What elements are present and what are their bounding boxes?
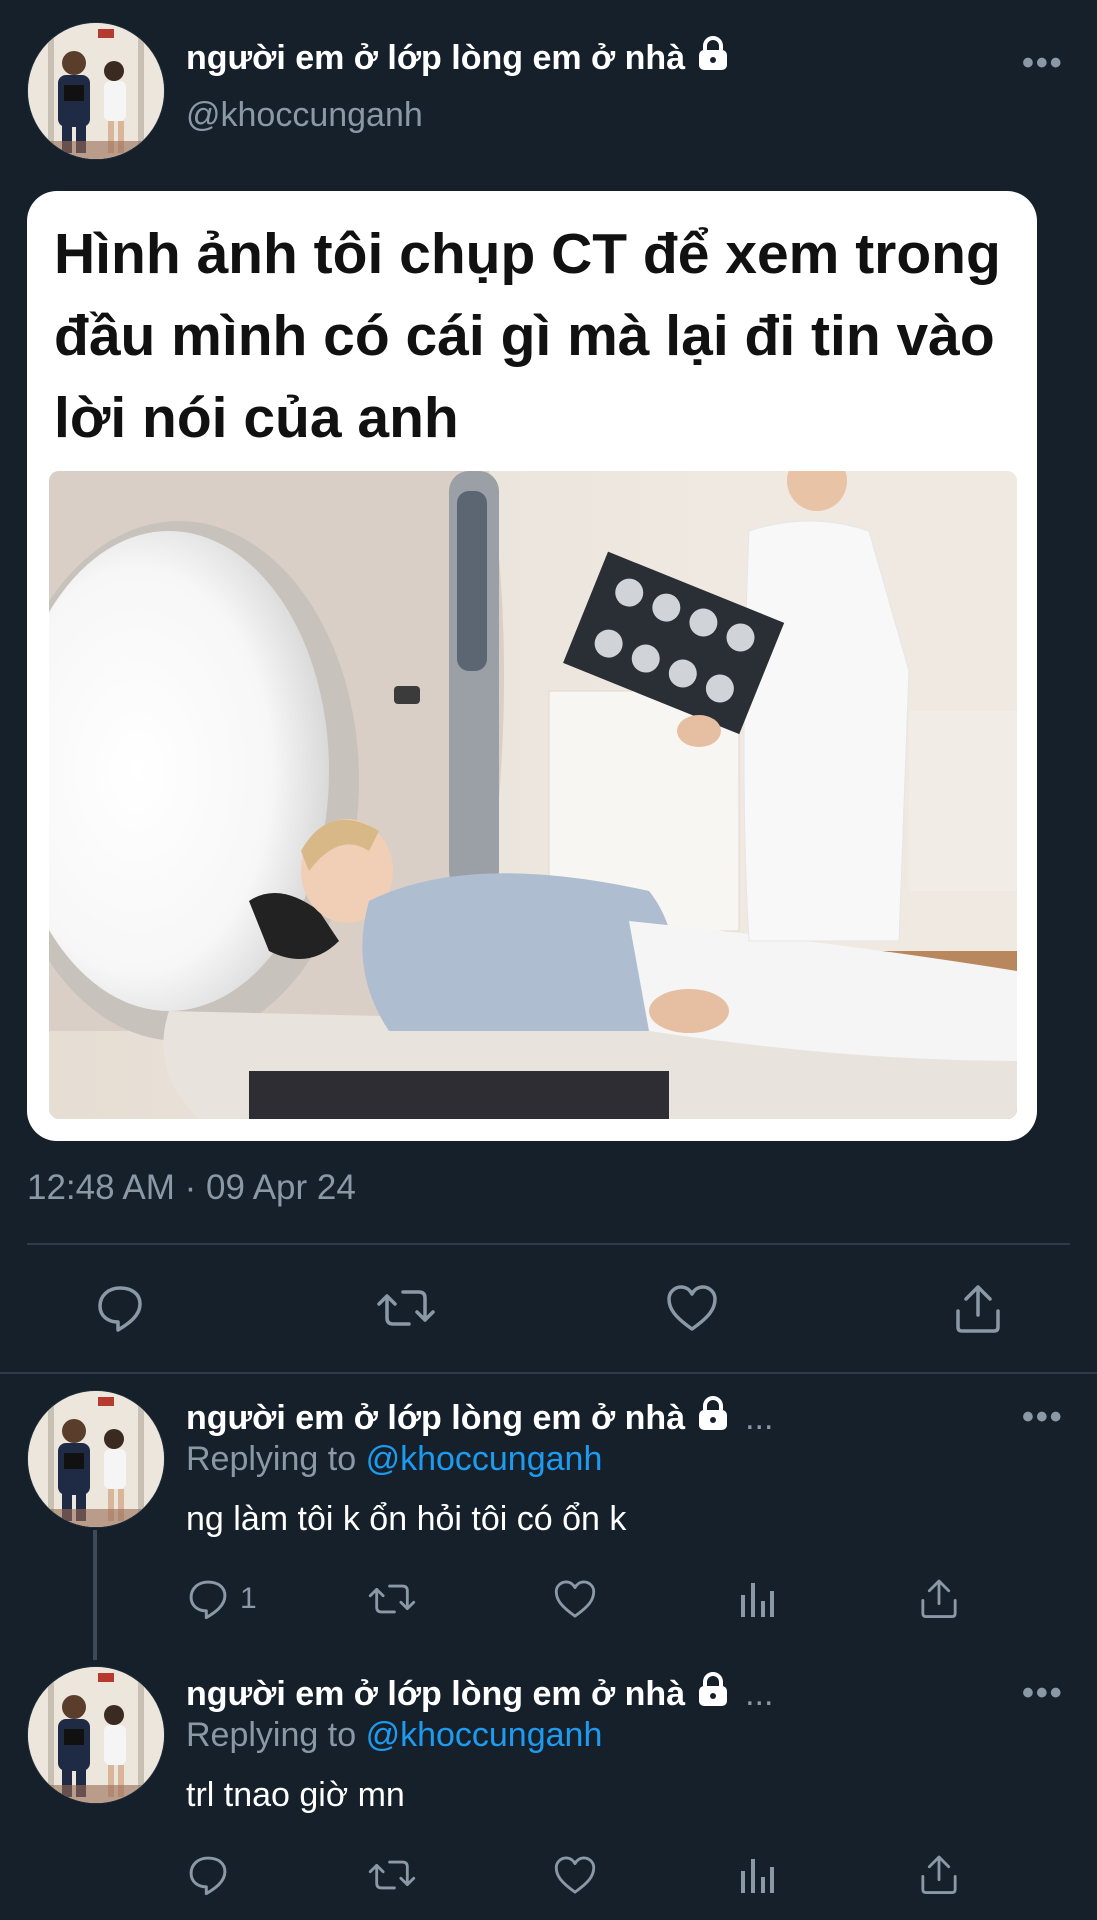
reply-button[interactable] bbox=[90, 1282, 150, 1334]
tweet-timestamp[interactable]: 12:48 AM · 09 Apr 24 bbox=[27, 1168, 356, 1208]
like-button[interactable] bbox=[664, 1282, 720, 1334]
share-icon bbox=[921, 1855, 957, 1894]
reply-display-name[interactable]: người em ở lớp lòng em ở nhà ... bbox=[186, 1396, 773, 1441]
analytics-button[interactable] bbox=[736, 1852, 778, 1898]
lock-icon bbox=[693, 36, 733, 81]
analytics-icon bbox=[741, 1583, 774, 1617]
reply-count: 1 bbox=[240, 1582, 257, 1615]
share-icon bbox=[956, 1285, 1000, 1333]
meme-caption: Hình ảnh tôi chụp CT để xem trong đầu mì… bbox=[54, 222, 1001, 450]
like-icon bbox=[667, 1285, 717, 1331]
like-button[interactable] bbox=[552, 1852, 598, 1898]
more-options-button[interactable]: ••• bbox=[1022, 44, 1064, 83]
retweet-button[interactable] bbox=[374, 1282, 438, 1334]
ct-scan-photo bbox=[49, 471, 1017, 1119]
divider bbox=[27, 1243, 1070, 1245]
reply-button[interactable] bbox=[186, 1850, 230, 1900]
share-button[interactable] bbox=[950, 1280, 1006, 1336]
tweet-media[interactable]: Hình ảnh tôi chụp CT để xem trong đầu mì… bbox=[27, 191, 1037, 1141]
share-icon bbox=[921, 1579, 957, 1618]
name-truncation: ... bbox=[745, 1399, 774, 1437]
replying-to: Replying to @khoccunganh bbox=[186, 1440, 602, 1479]
mention-link[interactable]: @khoccunganh bbox=[366, 1716, 603, 1754]
thread-line bbox=[93, 1530, 97, 1660]
more-options-button[interactable]: ••• bbox=[1022, 1674, 1064, 1713]
lock-icon bbox=[693, 1672, 733, 1717]
retweet-button[interactable] bbox=[366, 1576, 418, 1622]
reply-text: ng làm tôi k ổn hỏi tôi có ổn k bbox=[186, 1500, 627, 1538]
reply-icon bbox=[98, 1286, 142, 1332]
display-name-text[interactable]: người em ở lớp lòng em ở nhà bbox=[186, 1675, 685, 1714]
reply-text: trl tnao giờ mn bbox=[186, 1776, 405, 1814]
reply-display-name[interactable]: người em ở lớp lòng em ở nhà ... bbox=[186, 1672, 773, 1717]
display-name-text[interactable]: người em ở lớp lòng em ở nhà bbox=[186, 1399, 685, 1438]
analytics-icon bbox=[741, 1859, 774, 1893]
replying-to: Replying to @khoccunganh bbox=[186, 1716, 602, 1755]
display-name-text[interactable]: người em ở lớp lòng em ở nhà bbox=[186, 39, 685, 78]
share-button[interactable] bbox=[916, 1850, 962, 1898]
like-icon bbox=[554, 1580, 596, 1618]
reply-icon bbox=[189, 1580, 227, 1620]
replying-to-label: Replying to bbox=[186, 1440, 357, 1478]
display-name[interactable]: người em ở lớp lòng em ở nhà bbox=[186, 36, 733, 81]
lock-icon bbox=[693, 1396, 733, 1441]
divider bbox=[0, 1372, 1097, 1374]
like-button[interactable] bbox=[552, 1576, 598, 1622]
replying-to-label: Replying to bbox=[186, 1716, 357, 1754]
mention-link[interactable]: @khoccunganh bbox=[366, 1440, 603, 1478]
name-truncation: ... bbox=[745, 1675, 774, 1713]
retweet-icon bbox=[368, 1584, 416, 1614]
handle[interactable]: @khoccunganh bbox=[186, 96, 423, 135]
avatar[interactable] bbox=[27, 22, 165, 160]
retweet-button[interactable] bbox=[366, 1852, 418, 1898]
more-options-button[interactable]: ••• bbox=[1022, 1398, 1064, 1437]
avatar[interactable] bbox=[27, 1390, 165, 1528]
like-icon bbox=[554, 1856, 596, 1894]
share-button[interactable] bbox=[916, 1574, 962, 1622]
retweet-icon bbox=[377, 1290, 435, 1326]
avatar[interactable] bbox=[27, 1666, 165, 1804]
retweet-icon bbox=[368, 1860, 416, 1890]
reply-icon bbox=[189, 1856, 227, 1896]
analytics-button[interactable] bbox=[736, 1576, 778, 1622]
reply-button[interactable]: 1 bbox=[186, 1574, 257, 1624]
